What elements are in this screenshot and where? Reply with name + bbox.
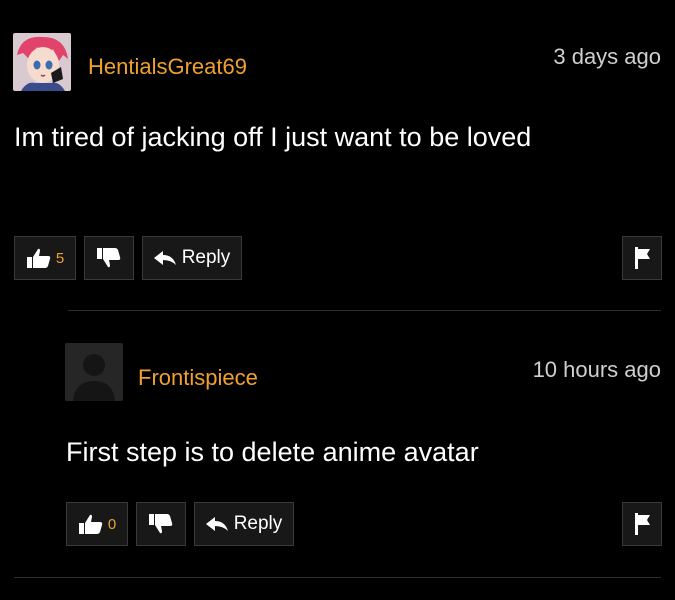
thumbs-down-icon <box>97 248 121 268</box>
anime-avatar-icon <box>13 33 71 91</box>
reply-button[interactable]: Reply <box>194 502 294 546</box>
dislike-button[interactable] <box>136 502 186 546</box>
comment-text: Im tired of jacking off I just want to b… <box>14 122 532 152</box>
thumbs-up-icon <box>78 514 103 534</box>
like-button[interactable]: 0 <box>66 502 128 546</box>
flag-button[interactable] <box>622 502 662 546</box>
timestamp: 3 days ago <box>553 44 661 69</box>
thumbs-up-icon <box>26 248 51 268</box>
flag-button[interactable] <box>622 236 662 280</box>
avatar[interactable] <box>65 343 123 401</box>
thumbs-down-icon <box>149 514 173 534</box>
default-avatar-icon <box>65 343 123 401</box>
like-count: 0 <box>107 515 117 533</box>
timestamp: 10 hours ago <box>532 357 661 382</box>
username[interactable]: Frontispiece <box>138 365 258 391</box>
dislike-button[interactable] <box>84 236 134 280</box>
reply-arrow-icon <box>205 517 228 531</box>
reply-label: Reply <box>233 513 283 534</box>
like-count: 5 <box>55 249 65 267</box>
divider <box>68 310 661 311</box>
reply-arrow-icon <box>153 251 176 265</box>
avatar[interactable] <box>13 33 71 91</box>
flag-icon <box>635 247 650 269</box>
reply-label: Reply <box>181 247 231 268</box>
flag-icon <box>635 513 650 535</box>
like-button[interactable]: 5 <box>14 236 76 280</box>
divider <box>14 577 661 578</box>
comment-text: First step is to delete anime avatar <box>66 437 479 467</box>
reply-button[interactable]: Reply <box>142 236 242 280</box>
username[interactable]: HentialsGreat69 <box>88 54 247 80</box>
